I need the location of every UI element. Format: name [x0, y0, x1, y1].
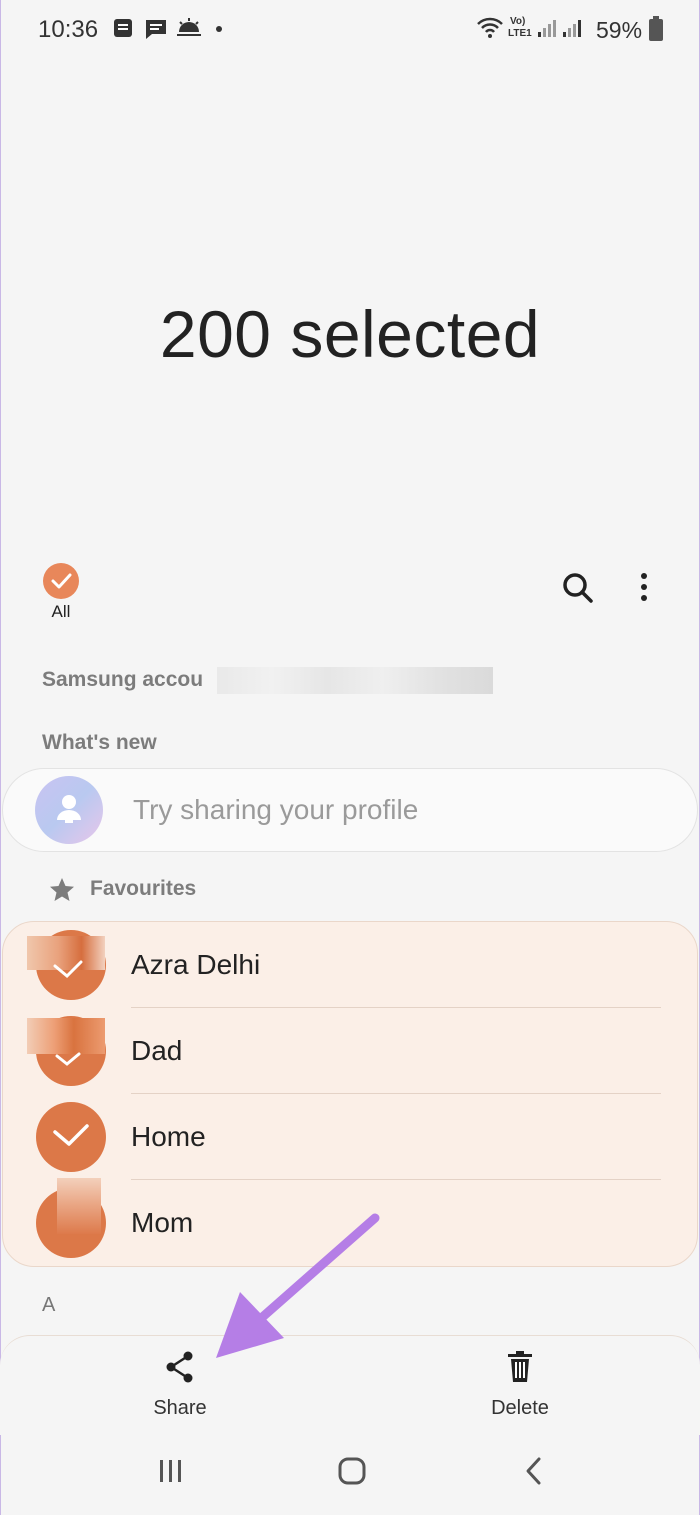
check-icon [53, 960, 83, 979]
delete-label: Delete [491, 1397, 549, 1419]
samsung-account-label[interactable]: Samsung accou [42, 668, 203, 692]
signal-icon [538, 20, 556, 37]
account-email-redacted [217, 667, 493, 694]
share-label: Share [153, 1397, 207, 1419]
check-icon [55, 1052, 81, 1066]
index-letter: A [42, 1294, 56, 1316]
highlight-arrow-icon [216, 1213, 380, 1358]
home-button[interactable] [337, 1456, 367, 1486]
message-icon [146, 20, 166, 39]
more-vertical-icon [641, 573, 647, 601]
share-profile-prompt: Try sharing your profile [133, 794, 419, 825]
notification-icon [114, 19, 132, 37]
avatar-redacted [57, 1178, 101, 1234]
contact-name: Dad [131, 1035, 183, 1066]
recents-button[interactable] [157, 1456, 185, 1486]
delete-button[interactable]: Delete [460, 1350, 580, 1420]
weather-icon [177, 18, 201, 36]
selection-count-title: 200 selected [159, 297, 541, 371]
status-time: 10:36 [38, 16, 99, 43]
search-icon [563, 573, 593, 603]
system-navigation-bar [0, 1440, 700, 1510]
battery-percent: 59% [596, 17, 643, 43]
star-icon [50, 878, 74, 901]
profile-share-icon [35, 776, 103, 844]
share-profile-card[interactable]: Try sharing your profile [2, 768, 698, 852]
favourites-header: Favourites [48, 876, 196, 909]
svg-text:LTE1: LTE1 [508, 28, 532, 39]
contact-row[interactable]: Azra Delhi [3, 922, 699, 1008]
dot-icon [216, 26, 222, 32]
select-all-label: All [51, 602, 71, 621]
contact-row[interactable]: Home [3, 1094, 699, 1180]
check-icon [53, 1124, 89, 1146]
contact-row[interactable]: Dad [3, 1008, 699, 1094]
search-button[interactable] [560, 570, 596, 606]
select-all-toggle[interactable]: All [40, 563, 82, 622]
wifi-icon [477, 17, 503, 38]
whats-new-label: What's new [42, 731, 157, 754]
avatar-redacted [27, 1018, 105, 1054]
svg-text:Vo): Vo) [510, 16, 525, 27]
contact-name: Azra Delhi [131, 949, 261, 980]
check-icon [43, 563, 79, 599]
more-options-button[interactable] [630, 570, 658, 606]
share-icon [166, 1351, 193, 1383]
back-button[interactable] [522, 1456, 546, 1486]
contact-name: Home [131, 1121, 206, 1152]
signal-icon-2 [563, 20, 581, 37]
favourites-label: Favourites [90, 877, 197, 900]
status-bar: 10:36 Vo) LTE1 59% [0, 0, 700, 60]
volte-icon: Vo) LTE1 [508, 16, 532, 39]
battery-icon [649, 16, 663, 41]
trash-icon [508, 1351, 532, 1382]
contact-name: Mom [131, 1207, 194, 1238]
